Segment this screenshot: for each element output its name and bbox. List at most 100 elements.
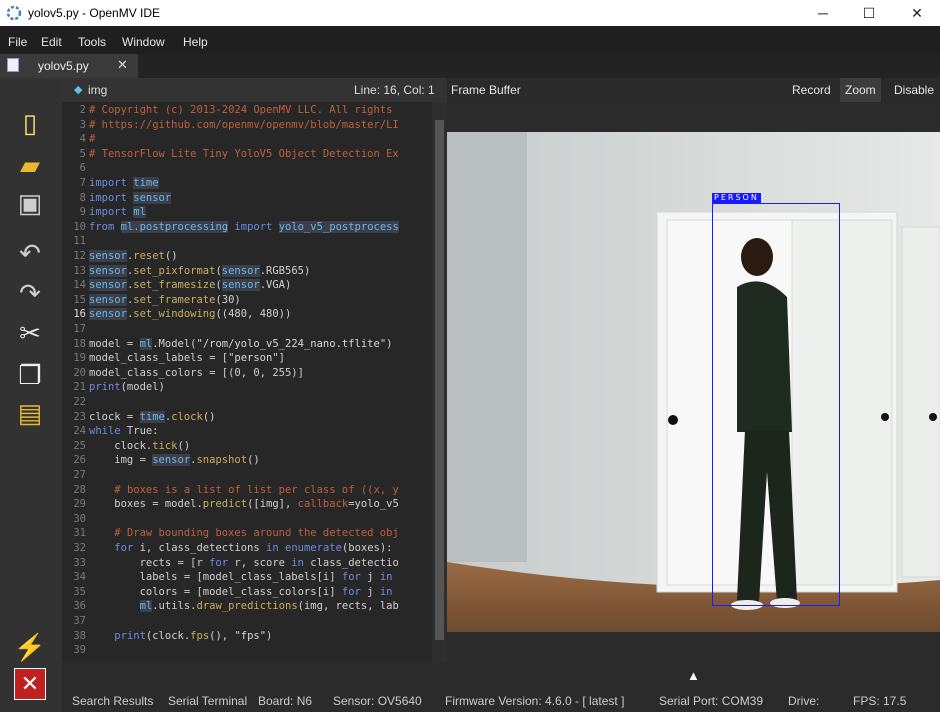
record-button[interactable]: Record (787, 78, 836, 102)
editor-scrollbar[interactable] (432, 102, 447, 662)
code-line[interactable]: sensor.reset() (89, 250, 178, 262)
line-number: 9 (79, 206, 86, 219)
line-number: 37 (73, 615, 86, 627)
line-number: 17 (73, 323, 86, 335)
code-line[interactable]: img = sensor.snapshot() (89, 454, 260, 467)
tab-close-icon[interactable]: ✕ (117, 57, 128, 73)
code-line[interactable]: # Copyright (c) 2013-2024 OpenMV LLC. Al… (89, 104, 392, 116)
code-line[interactable]: sensor.set_windowing((480, 480)) (89, 308, 291, 321)
disable-button[interactable]: Disable (889, 78, 939, 102)
connect-plug-icon[interactable]: ⚡ (10, 630, 50, 664)
window-title: yolov5.py - OpenMV IDE (28, 6, 161, 20)
cut-icon[interactable]: ✂ (10, 316, 50, 350)
code-line[interactable]: labels = [model_class_labels[i] for j in (89, 571, 393, 583)
minimize-button[interactable]: ─ (800, 0, 846, 26)
menu-file[interactable]: File (8, 35, 27, 49)
line-number: 5 (79, 147, 86, 160)
frame-buffer-view: PERSON (447, 132, 940, 632)
line-number: 34 (73, 571, 86, 584)
code-line[interactable]: colors = [model_class_colors[i] for j in (89, 586, 393, 598)
paste-icon[interactable]: ▤ (10, 396, 50, 430)
scrollbar-thumb[interactable] (435, 120, 444, 640)
save-icon[interactable]: ▣ (10, 186, 50, 220)
line-number: 31 (73, 527, 86, 540)
code-line[interactable]: rects = [r for r, score in class_detecti… (89, 557, 399, 569)
buffer-icon: ◆ (74, 84, 83, 96)
line-number: 6 (79, 162, 86, 175)
line-number: 8 (79, 191, 86, 204)
undo-icon[interactable]: ↶ (10, 236, 50, 270)
copy-icon[interactable]: ❐ (10, 358, 50, 392)
line-number: 32 (73, 542, 86, 554)
close-button[interactable]: ✕ (894, 0, 940, 26)
stop-script-icon[interactable]: ✕ (14, 668, 46, 700)
code-line[interactable]: import ml (89, 206, 146, 219)
line-number: 15 (73, 293, 86, 306)
zoom-button[interactable]: Zoom (840, 78, 881, 102)
menu-edit[interactable]: Edit (41, 35, 62, 49)
code-line[interactable]: import sensor (89, 191, 172, 204)
line-number: 18 (73, 337, 86, 350)
code-line[interactable]: ml.utils.draw_predictions(img, rects, la… (89, 600, 399, 613)
frame-buffer-footer: ▲ (447, 632, 940, 688)
code-line[interactable]: sensor.set_framesize(sensor.VGA) (89, 279, 291, 292)
maximize-button[interactable]: ☐ (846, 0, 892, 26)
code-line[interactable]: model = ml.Model("/rom/yolo_v5_224_nano.… (89, 337, 392, 350)
title-bar: yolov5.py - OpenMV IDE ─ ☐ ✕ (0, 0, 940, 26)
line-number: 3 (79, 118, 86, 131)
file-tab-label: yolov5.py (38, 59, 89, 73)
line-number: 13 (73, 264, 86, 277)
cursor-position: Line: 16, Col: 1 (354, 83, 435, 97)
line-number: 38 (73, 629, 86, 642)
status-bar: Search Results Serial Terminal Board: N6… (62, 690, 940, 712)
line-number: 24 (73, 425, 86, 438)
line-number: 11 (73, 235, 86, 248)
code-line[interactable]: # boxes is a list of list per class of (… (89, 484, 398, 496)
board-status: Board: N6 (258, 694, 313, 708)
buffer-selector[interactable]: img (88, 83, 107, 97)
code-line[interactable]: # TensorFlow Lite Tiny YoloV5 Object Det… (89, 148, 399, 160)
serial-terminal-tab[interactable]: Serial Terminal (168, 694, 247, 708)
camera-frame (447, 132, 940, 632)
redo-icon[interactable]: ↷ (10, 276, 50, 310)
line-number: 19 (73, 352, 86, 365)
code-line[interactable]: boxes = model.predict([img], callback=yo… (89, 498, 399, 510)
code-line[interactable]: sensor.set_pixformat(sensor.RGB565) (89, 264, 310, 277)
file-tab[interactable]: yolov5.py ✕ (0, 54, 138, 78)
line-number: 16 (73, 308, 86, 321)
detection-bounding-box (712, 203, 840, 606)
code-line[interactable]: while True: (89, 425, 159, 437)
menu-help[interactable]: Help (183, 35, 208, 49)
code-line[interactable]: from ml.postprocessing import yolo_v5_po… (89, 220, 399, 233)
frame-buffer-title: Frame Buffer (451, 83, 521, 97)
code-line[interactable]: print(clock.fps(), "fps") (89, 630, 272, 642)
code-line[interactable]: model_class_colors = [(0, 0, 255)] (89, 367, 304, 379)
code-line[interactable]: for i, class_detections in enumerate(box… (89, 542, 392, 554)
firmware-status[interactable]: Firmware Version: 4.6.0 - [ latest ] (445, 694, 624, 708)
code-editor[interactable]: 2 3 4 5 6 7 8 9 10 11 12 13 14 15 16 17 18 19 20 21 22 23 24 25… (62, 102, 432, 662)
line-number-gutter: 2 3 4 5 6 7 8 9 10 11 12 13 14 15 16 17 18 19 20 21 22 23 24 25… (62, 102, 86, 662)
left-toolbar: ▯ ▰ ▣ ↶ ↷ ✂ ❐ ▤ ⚡ ✕ (0, 78, 62, 712)
code-line[interactable]: # (89, 133, 95, 145)
code-line[interactable]: # Draw bounding boxes around the detecte… (89, 527, 398, 539)
code-line[interactable]: model_class_labels = ["person"] (89, 352, 285, 364)
chevron-up-icon[interactable]: ▲ (687, 668, 700, 683)
code-line[interactable]: import time (89, 177, 159, 189)
openmv-logo-icon (6, 5, 22, 21)
line-number: 20 (73, 366, 86, 379)
code-line[interactable]: print(model) (89, 381, 165, 393)
serial-port-status: Serial Port: COM39 (659, 694, 764, 708)
code-line[interactable]: clock = time.clock() (89, 410, 215, 423)
code-line[interactable]: sensor.set_framerate(30) (89, 293, 241, 306)
line-number: 29 (73, 498, 86, 511)
open-folder-icon[interactable]: ▰ (10, 148, 50, 182)
new-file-icon[interactable]: ▯ (10, 106, 50, 140)
menu-window[interactable]: Window (122, 35, 165, 49)
line-number: 39 (73, 644, 86, 657)
code-line[interactable]: # https://github.com/openmv/openmv/blob/… (89, 119, 399, 131)
line-number: 4 (79, 133, 86, 146)
code-line[interactable]: clock.tick() (89, 440, 190, 452)
line-number: 33 (73, 556, 86, 569)
menu-tools[interactable]: Tools (78, 35, 106, 49)
search-results-tab[interactable]: Search Results (72, 694, 153, 708)
